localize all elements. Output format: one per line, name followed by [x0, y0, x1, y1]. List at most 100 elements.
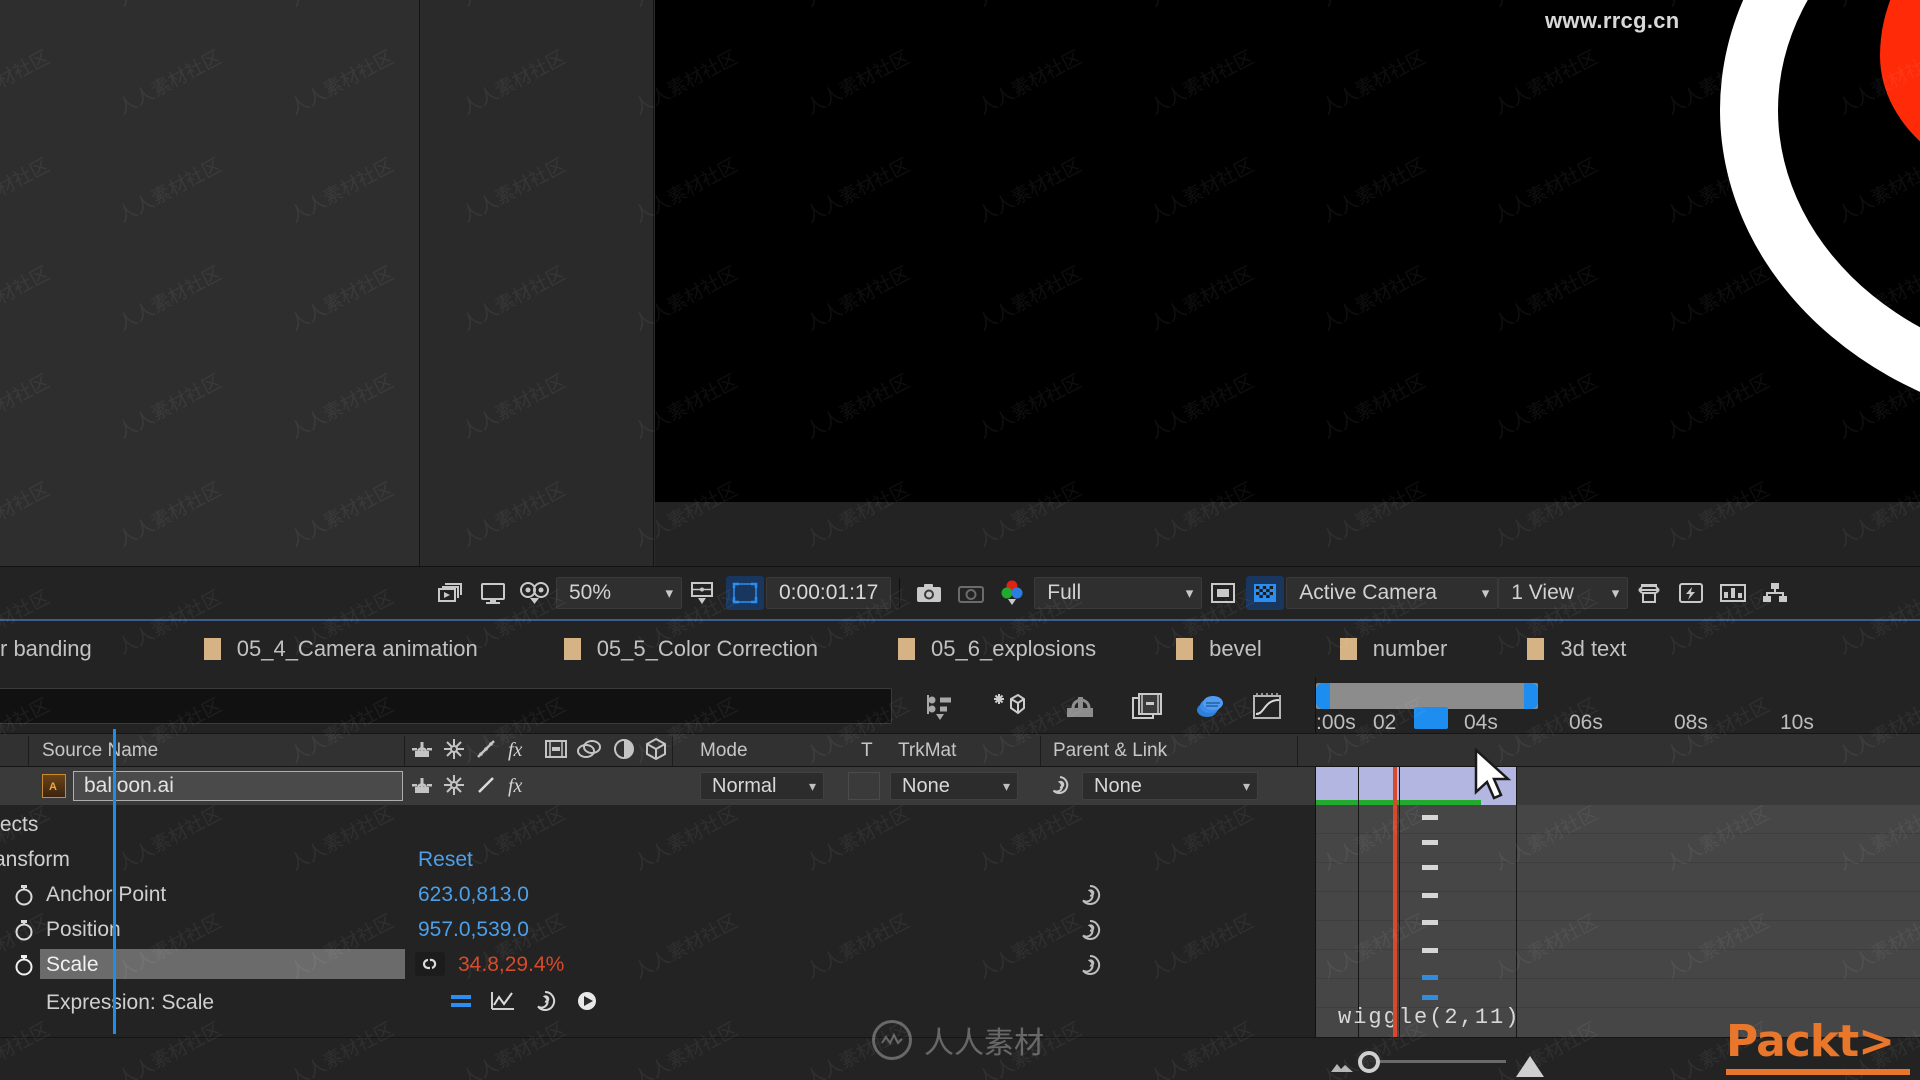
- property-row-scale[interactable]: Scale 34.8,29.4%: [0, 947, 1315, 982]
- property-row-expression-scale[interactable]: Expression: Scale: [0, 985, 1315, 1020]
- motion-blur-switch-icon[interactable]: [576, 737, 604, 766]
- region-of-interest-icon[interactable]: [726, 576, 764, 610]
- column-header-source-name[interactable]: Source Name: [42, 740, 158, 762]
- collapse-transformations-icon[interactable]: [442, 773, 466, 802]
- comp-flowchart-icon[interactable]: [1756, 576, 1794, 610]
- fast-previews-icon[interactable]: [1672, 576, 1710, 610]
- binoculars-icon[interactable]: [516, 576, 554, 610]
- take-snapshot-stack-icon[interactable]: [432, 576, 470, 610]
- tab-05-5-color-correction[interactable]: 05_5_Color Correction: [496, 620, 836, 678]
- search-input[interactable]: [0, 695, 827, 717]
- camera-view-select[interactable]: Active Camera ▾: [1286, 577, 1499, 609]
- fit-to-comp-icon[interactable]: [684, 576, 722, 610]
- constrain-proportions-icon[interactable]: [415, 952, 445, 976]
- keyframe-column[interactable]: [1422, 815, 1438, 1015]
- property-row-effects[interactable]: fects: [0, 807, 1315, 842]
- ruler-label-0: :00s: [1316, 711, 1356, 734]
- work-area-end-handle[interactable]: [1524, 683, 1538, 709]
- timeline-zoom-slider[interactable]: [1318, 1046, 1568, 1077]
- graph-editor-icon[interactable]: [1248, 689, 1288, 725]
- tab-3d-text[interactable]: 3d text: [1465, 620, 1644, 678]
- collapse-transformations-icon[interactable]: [442, 737, 466, 766]
- quality-sampling-icon[interactable]: [474, 773, 498, 802]
- shy-layer-icon[interactable]: [410, 773, 434, 802]
- zoom-slider-knob[interactable]: [1358, 1051, 1380, 1073]
- parent-select[interactable]: None ▾: [1082, 772, 1258, 800]
- monitor-icon[interactable]: [474, 576, 512, 610]
- work-area-start-handle[interactable]: [1316, 683, 1330, 709]
- tab-bevel[interactable]: bevel: [1114, 620, 1280, 678]
- timeline-keyframe-area[interactable]: wiggle(2,11): [1315, 767, 1920, 1037]
- search-field-wrapper[interactable]: [0, 688, 892, 724]
- column-header-parent-link[interactable]: Parent & Link: [1053, 740, 1167, 762]
- property-row-anchor-point[interactable]: Anchor Point 623.0,813.0: [0, 877, 1315, 912]
- time-ruler[interactable]: :00s 02 04s 06s 08s 10s: [1315, 677, 1920, 734]
- pick-whip-icon[interactable]: [1046, 773, 1074, 799]
- preserve-transparency-toggle[interactable]: [848, 772, 880, 800]
- expression-text[interactable]: wiggle(2,11): [1338, 1005, 1520, 1030]
- layer-name-field[interactable]: balloon.ai: [73, 771, 403, 801]
- quality-sampling-icon[interactable]: [474, 737, 498, 766]
- column-header-trkmat[interactable]: TrkMat: [898, 740, 956, 762]
- rgb-channels-icon[interactable]: [994, 576, 1032, 610]
- show-snapshot-icon[interactable]: [952, 576, 990, 610]
- stopwatch-icon[interactable]: [12, 918, 36, 942]
- composition-canvas[interactable]: www.rrcg.cn: [655, 0, 1920, 502]
- zoom-level-select[interactable]: 50% ▾: [556, 577, 682, 609]
- effects-fx-icon[interactable]: fx: [506, 773, 536, 802]
- transparency-grid-icon[interactable]: [1246, 576, 1285, 610]
- shy-layer-icon[interactable]: [410, 737, 434, 766]
- current-timecode-field[interactable]: 0:00:01:17: [766, 577, 892, 609]
- draft-3d-icon[interactable]: [988, 689, 1028, 725]
- expression-language-menu-icon[interactable]: [574, 989, 600, 1018]
- effects-fx-icon[interactable]: fx: [506, 737, 536, 766]
- tab-05-4-camera-animation[interactable]: 05_4_Camera animation: [110, 620, 496, 678]
- expression-enable-icon[interactable]: [448, 989, 474, 1018]
- property-value-scale[interactable]: 34.8,29.4%: [458, 953, 564, 977]
- hide-shy-layers-icon[interactable]: [1060, 689, 1100, 725]
- frame-blending-switch-icon[interactable]: [544, 737, 568, 766]
- transform-reset-button[interactable]: Reset: [418, 848, 473, 872]
- track-matte-select[interactable]: None ▾: [890, 772, 1018, 800]
- tab-r-banding[interactable]: r banding: [0, 620, 110, 678]
- stopwatch-icon[interactable]: [12, 883, 36, 907]
- property-value-position[interactable]: 957.0,539.0: [418, 918, 529, 942]
- snapshot-camera-icon[interactable]: [910, 576, 948, 610]
- tab-color-swatch: [203, 638, 221, 660]
- zoom-slider-track[interactable]: [1376, 1060, 1506, 1063]
- motion-blur-icon[interactable]: [1190, 689, 1230, 725]
- motion-path-spiral-icon[interactable]: [1078, 918, 1102, 942]
- graph-background: [1316, 805, 1920, 1037]
- work-area-bar[interactable]: [1316, 683, 1538, 709]
- property-row-transform[interactable]: ansform Reset: [0, 842, 1315, 877]
- adjustment-layer-icon[interactable]: [612, 737, 636, 766]
- layer-mode-select[interactable]: Normal ▾: [700, 772, 824, 800]
- svg-text:fx: fx: [508, 775, 523, 797]
- column-header-t[interactable]: T: [861, 740, 873, 762]
- stopwatch-icon[interactable]: [12, 953, 36, 977]
- expression-pickwhip-icon[interactable]: [532, 989, 558, 1018]
- zoom-out-mountain-icon[interactable]: [1328, 1060, 1356, 1079]
- property-row-position[interactable]: Position 957.0,539.0: [0, 912, 1315, 947]
- toolbar-left-spacer: [0, 593, 430, 594]
- tab-05-6-explosions[interactable]: 05_6_explosions: [836, 620, 1114, 678]
- packt-logo-text: Packt>: [1726, 1016, 1895, 1067]
- layer-row-balloon[interactable]: A balloon.ai fx Normal ▾ None ▾ None ▾: [0, 767, 1315, 805]
- tab-number[interactable]: number: [1280, 620, 1466, 678]
- view-layout-select[interactable]: 1 View ▾: [1498, 577, 1629, 609]
- motion-path-spiral-icon[interactable]: [1078, 883, 1102, 907]
- composition-mini-flowchart-icon[interactable]: [920, 689, 960, 725]
- current-time-indicator-head[interactable]: [1414, 707, 1448, 729]
- svg-text:A: A: [49, 781, 57, 793]
- zoom-in-mountain-icon[interactable]: [1514, 1053, 1558, 1080]
- frame-blending-icon[interactable]: [1128, 689, 1168, 725]
- three-d-layer-icon[interactable]: [644, 737, 668, 766]
- pixel-aspect-correction-icon[interactable]: [1630, 576, 1668, 610]
- property-value-anchor-point[interactable]: 623.0,813.0: [418, 883, 529, 907]
- column-header-mode[interactable]: Mode: [700, 740, 748, 762]
- motion-path-spiral-icon[interactable]: [1078, 953, 1102, 977]
- expression-graph-icon[interactable]: [490, 989, 516, 1018]
- resolution-select[interactable]: Full ▾: [1034, 577, 1203, 609]
- toggle-mask-icon[interactable]: [1204, 576, 1242, 610]
- timeline-graph-icon[interactable]: [1714, 576, 1752, 610]
